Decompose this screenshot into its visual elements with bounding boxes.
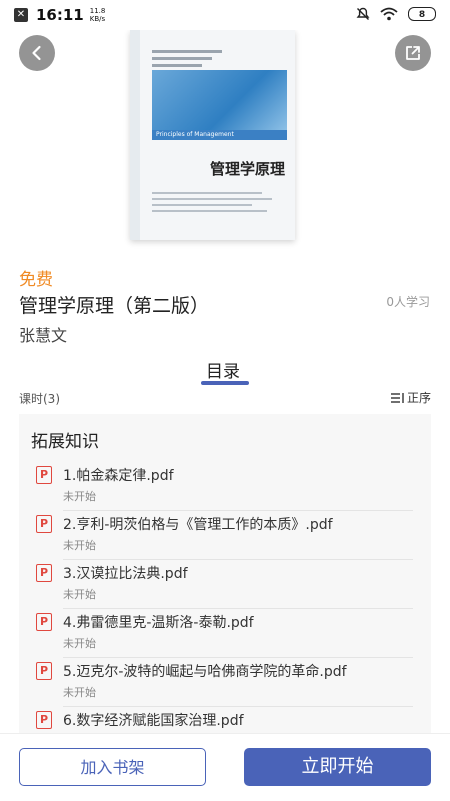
item-status: 未开始: [63, 637, 96, 650]
learner-count: 0人学习: [386, 295, 430, 309]
item-title: 3.汉谟拉比法典.pdf: [63, 566, 188, 582]
sort-label: 正序: [406, 391, 431, 405]
sort-list-icon: [390, 392, 404, 403]
pdf-icon: P: [36, 515, 52, 533]
cover-title: 管理学原理: [210, 160, 286, 178]
pdf-icon: P: [36, 662, 52, 680]
pdf-icon: P: [36, 466, 52, 484]
list-item[interactable]: P 3.汉谟拉比法典.pdf 未开始: [19, 560, 431, 609]
item-title: 4.弗雷德里克-温斯洛-泰勒.pdf: [63, 615, 254, 631]
list-item[interactable]: P 2.亨利-明茨伯格与《管理工作的本质》.pdf 未开始: [19, 511, 431, 560]
author-name: 张慧文: [19, 326, 68, 345]
add-to-shelf-button[interactable]: 加入书架: [19, 748, 206, 786]
share-icon: [406, 46, 420, 60]
status-bar: ✕ 16:11 11.8 KB/s 8: [0, 0, 450, 30]
start-now-button[interactable]: 立即开始: [244, 748, 431, 786]
item-title: 1.帕金森定律.pdf: [63, 468, 174, 484]
course-title: 管理学原理（第二版）: [19, 295, 210, 317]
item-status: 未开始: [63, 686, 96, 699]
mute-bell-icon: [356, 7, 370, 20]
cover-spine: [130, 30, 140, 240]
pdf-icon: P: [36, 613, 52, 631]
battery-indicator: 8: [408, 7, 436, 21]
section-title: 拓展知识: [31, 432, 99, 452]
list-item[interactable]: P 1.帕金森定律.pdf 未开始: [19, 462, 431, 511]
pdf-icon: P: [36, 564, 52, 582]
tab-active-indicator: [201, 381, 249, 385]
clock: 16:11: [36, 6, 84, 24]
item-status: 未开始: [63, 539, 96, 552]
header: Principles of Management 管理学原理: [0, 30, 450, 255]
bottom-action-bar: 加入书架 立即开始: [0, 733, 450, 801]
item-status: 未开始: [63, 588, 96, 601]
notification-icon: ✕: [14, 8, 28, 22]
cover-illustration: [152, 70, 287, 130]
item-title: 6.数字经济赋能国家治理.pdf: [63, 713, 244, 729]
cover-text-lines: [152, 50, 222, 71]
list-item[interactable]: P 4.弗雷德里克-温斯洛-泰勒.pdf 未开始: [19, 609, 431, 658]
network-speed: 11.8 KB/s: [89, 7, 106, 23]
list-item[interactable]: P 5.迈克尔-波特的崛起与哈佛商学院的革命.pdf 未开始: [19, 658, 431, 707]
sort-toggle[interactable]: 正序: [390, 389, 431, 406]
back-button[interactable]: [19, 35, 55, 71]
chapter-panel: 拓展知识 P 1.帕金森定律.pdf 未开始 P 2.亨利-明茨伯格与《管理工作…: [19, 414, 431, 744]
tab-table-of-contents[interactable]: 目录: [206, 357, 240, 382]
item-title: 5.迈克尔-波特的崛起与哈佛商学院的革命.pdf: [63, 664, 347, 680]
lesson-count: 课时(3): [19, 392, 60, 406]
chevron-left-icon: [32, 45, 41, 61]
share-button[interactable]: [395, 35, 431, 71]
wifi-icon: [380, 7, 398, 21]
cover-footer-lines: [152, 192, 272, 216]
item-title: 2.亨利-明茨伯格与《管理工作的本质》.pdf: [63, 517, 333, 533]
price-label: 免费: [19, 270, 53, 290]
pdf-icon: P: [36, 711, 52, 729]
cover-subtitle-band: Principles of Management: [152, 130, 287, 140]
book-cover: Principles of Management 管理学原理: [130, 30, 295, 240]
item-status: 未开始: [63, 490, 96, 503]
